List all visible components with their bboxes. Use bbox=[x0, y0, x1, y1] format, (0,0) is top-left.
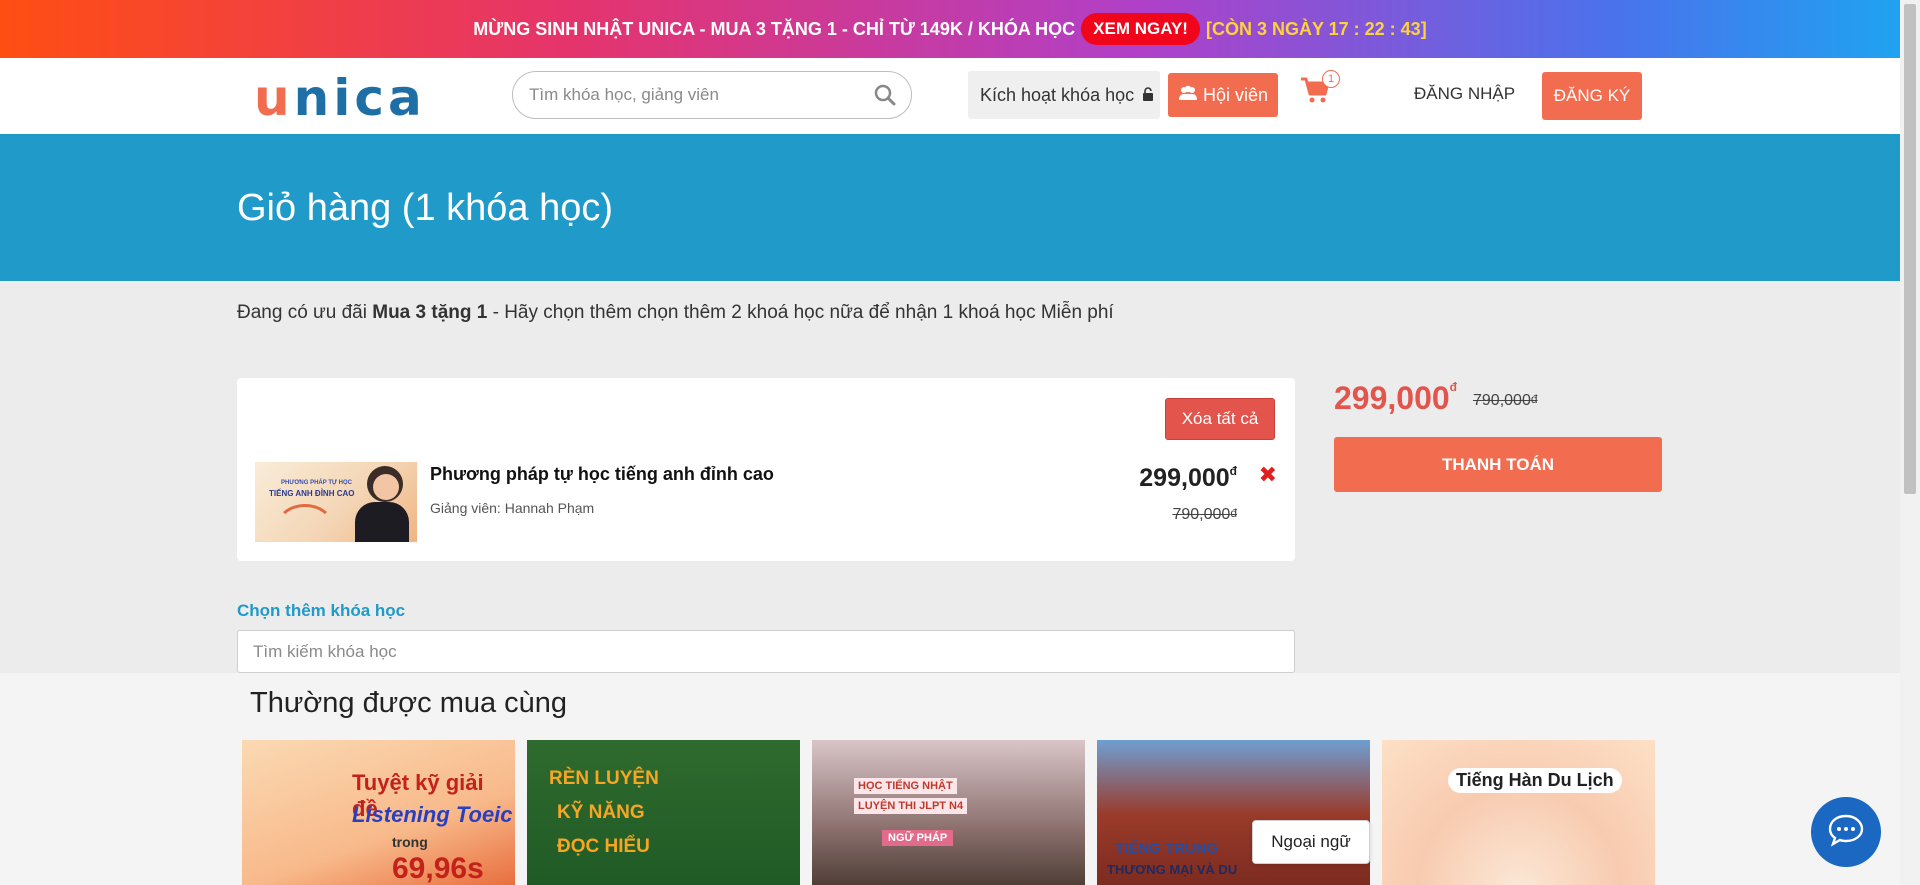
site-header: unica Kích hoạt khóa học Hội viên 1 ĐĂNG… bbox=[0, 58, 1900, 134]
course-card-text: KỸ NĂNG bbox=[557, 802, 645, 823]
activate-course-button[interactable]: Kích hoạt khóa học bbox=[968, 71, 1160, 119]
course-card-text: NGỮ PHÁP bbox=[882, 830, 954, 846]
add-more-title: Chọn thêm khóa học bbox=[237, 601, 406, 620]
chat-button[interactable] bbox=[1811, 797, 1881, 867]
header-search bbox=[512, 71, 912, 119]
add-more-search bbox=[237, 630, 1295, 673]
related-title: Thường được mua cùng bbox=[250, 687, 568, 719]
search-icon[interactable] bbox=[873, 83, 897, 112]
cart-total-old: 790,000đ bbox=[1473, 392, 1538, 410]
unica-logo[interactable]: unica bbox=[254, 70, 426, 126]
course-card-text: TIẾNG TRUNG bbox=[1115, 840, 1219, 857]
old-price-currency: đ bbox=[1230, 506, 1237, 520]
activate-label: Kích hoạt khóa học bbox=[980, 84, 1135, 105]
offer-prefix: Đang có ưu đãi bbox=[237, 302, 373, 323]
course-card-text: Tiếng Hàn Du Lịch bbox=[1448, 768, 1622, 793]
course-card-text: trong bbox=[392, 834, 428, 850]
total-old-currency: đ bbox=[1530, 392, 1538, 406]
chat-icon bbox=[1827, 813, 1865, 852]
promo-cta-button[interactable]: XEM NGAY! bbox=[1081, 13, 1200, 45]
instructor-shirt bbox=[355, 502, 409, 542]
instructor-face bbox=[373, 474, 399, 500]
course-teacher: Giảng viên: Hannah Phạm bbox=[430, 500, 595, 516]
course-card-text: Listening Toeic bbox=[352, 802, 513, 827]
course-title[interactable]: Phương pháp tự học tiếng anh đỉnh cao bbox=[430, 464, 774, 485]
promo-countdown: [CÒN 3 NGÀY 17 : 22 : 43] bbox=[1205, 18, 1427, 39]
unlock-icon bbox=[1142, 85, 1154, 106]
total-old-value: 790,000 bbox=[1473, 392, 1531, 409]
cart-card: Xóa tất cả PHƯƠNG PHÁP TỰ HỌC TIẾNG ANH … bbox=[237, 378, 1295, 561]
course-card-text: LUYỆN THI JLPT N4 bbox=[854, 798, 968, 814]
thumbnail-line1: PHƯƠNG PHÁP TỰ HỌC bbox=[281, 480, 352, 486]
related-course-card[interactable]: Tiếng Hàn Du Lịch bbox=[1382, 740, 1655, 885]
course-card-text: 69,96s bbox=[392, 852, 484, 885]
member-button[interactable]: Hội viên bbox=[1168, 73, 1278, 117]
register-button[interactable]: ĐĂNG KÝ bbox=[1542, 72, 1642, 120]
offer-suffix: - Hãy chọn thêm chọn thêm 2 khoá học nữa… bbox=[487, 302, 1114, 323]
member-label: Hội viên bbox=[1202, 84, 1269, 105]
checkout-button[interactable]: THANH TOÁN bbox=[1334, 437, 1662, 492]
related-course-card[interactable]: HỌC TIẾNG NHẬT LUYỆN THI JLPT N4 NGỮ PHÁ… bbox=[812, 740, 1085, 885]
login-link[interactable]: ĐĂNG NHẬP bbox=[1414, 84, 1515, 104]
related-course-card[interactable]: RÈN LUYỆN KỸ NĂNG ĐỌC HIỂU bbox=[527, 740, 800, 885]
page-title: Giỏ hàng (1 khóa học) bbox=[237, 187, 614, 229]
search-input[interactable] bbox=[513, 72, 843, 118]
logo-letter-u: u bbox=[254, 69, 294, 127]
old-price-value: 790,000 bbox=[1172, 506, 1231, 523]
thumbnail-decoration bbox=[275, 504, 335, 542]
course-thumbnail[interactable]: PHƯƠNG PHÁP TỰ HỌC TIẾNG ANH ĐỈNH CAO bbox=[255, 462, 417, 542]
page-hero: Giỏ hàng (1 khóa học) bbox=[0, 134, 1900, 281]
promo-banner[interactable]: MỪNG SINH NHẬT UNICA - MUA 3 TẶNG 1 - CH… bbox=[0, 0, 1900, 58]
category-tooltip: Ngoại ngữ bbox=[1252, 820, 1370, 864]
clear-all-button[interactable]: Xóa tất cả bbox=[1165, 398, 1275, 440]
course-card-text: ĐỌC HIỂU bbox=[557, 836, 650, 857]
price-currency: đ bbox=[1229, 464, 1237, 478]
related-section: Thường được mua cùng Tuyệt kỹ giải đề Li… bbox=[0, 673, 1900, 885]
price-value: 299,000 bbox=[1139, 464, 1230, 492]
course-card-text: HỌC TIẾNG NHẬT bbox=[854, 778, 957, 794]
scrollbar-thumb[interactable] bbox=[1904, 4, 1916, 494]
cart-count-badge: 1 bbox=[1322, 70, 1340, 88]
total-currency: đ bbox=[1449, 380, 1458, 394]
page-scrollbar[interactable] bbox=[1900, 0, 1920, 885]
cart-button[interactable]: 1 bbox=[1300, 70, 1340, 108]
course-old-price: 790,000đ bbox=[1172, 506, 1237, 524]
cart-icon bbox=[1300, 77, 1330, 108]
add-course-search-input[interactable] bbox=[238, 631, 1238, 672]
course-card-text: THƯƠNG MẠI VÀ DU bbox=[1107, 862, 1238, 877]
logo-letters: nica bbox=[293, 69, 426, 127]
offer-name: Mua 3 tặng 1 bbox=[372, 302, 488, 323]
remove-item-icon[interactable]: ✖ bbox=[1259, 462, 1277, 488]
cart-total: 299,000đ bbox=[1334, 380, 1457, 417]
thumbnail-line2: TIẾNG ANH ĐỈNH CAO bbox=[269, 489, 355, 498]
course-card-text: RÈN LUYỆN bbox=[549, 768, 659, 789]
total-value: 299,000 bbox=[1334, 380, 1450, 416]
offer-notice: Đang có ưu đãi Mua 3 tặng 1 - Hãy chọn t… bbox=[237, 302, 1114, 324]
promo-text: MỪNG SINH NHẬT UNICA - MUA 3 TẶNG 1 - CH… bbox=[473, 18, 1076, 39]
course-price: 299,000đ bbox=[1139, 464, 1237, 493]
related-course-card[interactable]: Tuyệt kỹ giải đề Listening Toeic trong 6… bbox=[242, 740, 515, 885]
users-icon bbox=[1178, 85, 1198, 106]
